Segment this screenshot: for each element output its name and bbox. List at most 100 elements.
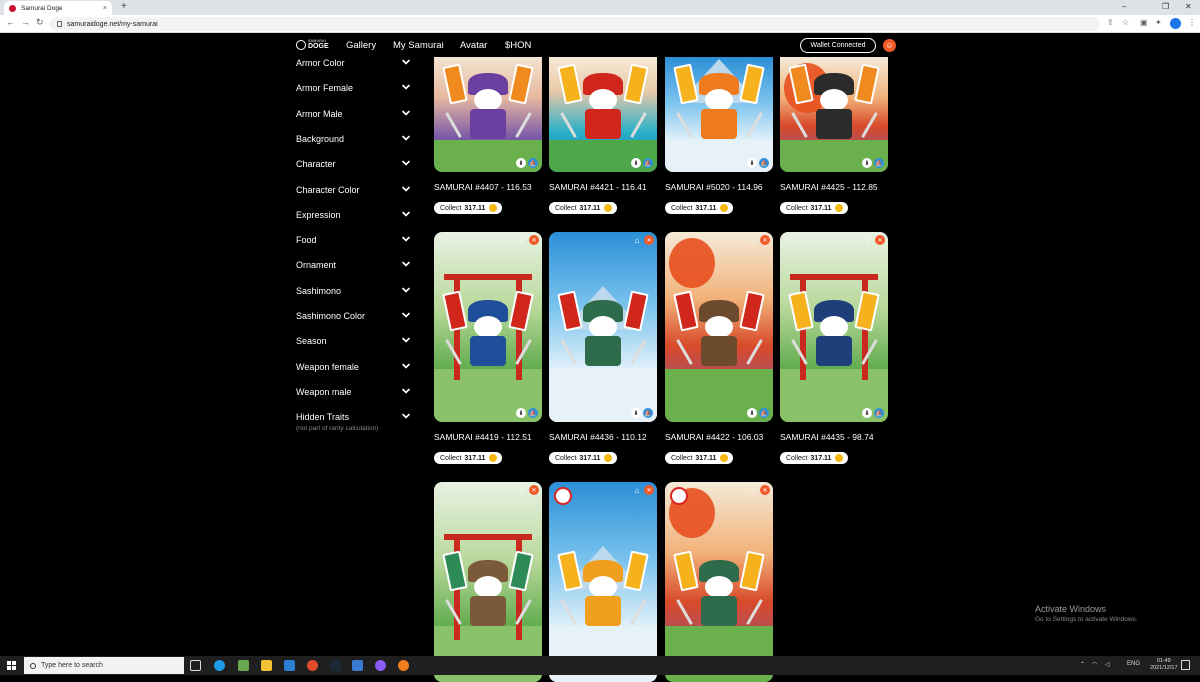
remove-icon[interactable]: ✕ [644,485,654,495]
firefox-icon[interactable] [398,660,409,671]
remove-icon[interactable]: ✕ [644,235,654,245]
remove-icon[interactable]: ✕ [760,485,770,495]
download-icon[interactable]: ⬇ [516,158,526,168]
nav-avatar[interactable]: Avatar [460,40,487,51]
language-indicator[interactable]: ENG [1127,661,1140,667]
download-icon[interactable]: ⬇ [862,408,872,418]
tab-close-icon[interactable]: × [103,5,107,12]
download-icon[interactable]: ⬇ [862,158,872,168]
nav-gallery[interactable]: Gallery [346,40,376,51]
samurai-card[interactable]: ⌂ ✕ [434,482,542,682]
user-account-icon[interactable]: ☺ [883,39,896,52]
collect-button[interactable]: Collect 317.11 [780,452,848,464]
home-icon[interactable]: ⌂ [632,485,642,495]
close-window-button[interactable]: ✕ [1185,2,1192,11]
chrome-icon[interactable] [307,660,318,671]
mail-icon[interactable] [284,660,295,671]
samurai-card[interactable]: ⬇ ⛵ [549,57,657,172]
filter-ornament[interactable]: Ornament [296,258,411,272]
nav-hon[interactable]: $HON [505,40,531,51]
collect-button[interactable]: Collect 317.11 [665,202,733,214]
download-icon[interactable]: ⬇ [747,408,757,418]
app-icon[interactable] [352,660,363,671]
bookmark-star-icon[interactable]: ☆ [1122,18,1129,27]
remove-icon[interactable]: ✕ [529,485,539,495]
back-button[interactable]: ← [6,17,15,27]
home-icon[interactable]: ⌂ [748,485,758,495]
samurai-card[interactable]: ⌂ ✕ [665,482,773,682]
filter-food[interactable]: Food [296,233,411,247]
opensea-icon[interactable]: ⛵ [874,158,884,168]
address-bar[interactable]: samuraidoge.net/my-samurai [50,17,1100,31]
filter-character-color[interactable]: Character Color [296,183,411,197]
filter-background[interactable]: Background [296,132,411,146]
task-view-icon[interactable] [190,660,201,671]
opensea-icon[interactable]: ⛵ [643,158,653,168]
opensea-icon[interactable]: ⛵ [528,408,538,418]
taskbar-clock[interactable]: 01:49 2021/12/17 [1150,658,1178,672]
samurai-card[interactable]: ⬇ ⛵ [665,57,773,172]
home-icon[interactable]: ⌂ [632,235,642,245]
filter-weapon-female[interactable]: Weapon female [296,360,411,374]
samurai-card[interactable]: ⬇ ⛵ [780,57,888,172]
filter-character[interactable]: Character [296,157,411,171]
home-icon[interactable]: ⌂ [517,485,527,495]
samurai-card[interactable]: ⌂ ✕ [549,482,657,682]
remove-icon[interactable]: ✕ [875,235,885,245]
filter-armor-color[interactable]: Armor Color [296,56,411,70]
volume-icon[interactable]: ◁ [1105,661,1110,668]
samurai-card[interactable]: ⌂ ✕ ⬇ ⛵ [780,232,888,422]
samurai-card[interactable]: ⌂ ✕ ⬇ ⛵ [665,232,773,422]
file-explorer-icon[interactable] [261,660,272,671]
extension-icon[interactable]: ▣ [1140,18,1148,27]
minimize-button[interactable]: – [1122,2,1126,11]
reload-button[interactable]: ↻ [36,17,44,28]
tray-chevron-icon[interactable]: ⌃ [1080,661,1085,668]
filter-hidden-traits[interactable]: Hidden Traits [296,410,411,424]
maximize-button[interactable]: ❐ [1162,2,1169,11]
collect-button[interactable]: Collect 317.11 [780,202,848,214]
download-icon[interactable]: ⬇ [747,158,757,168]
remove-icon[interactable]: ✕ [760,235,770,245]
site-logo[interactable]: SAMURAI DOGE [296,39,330,51]
samurai-card[interactable]: ⌂ ✕ ⬇ ⛵ [434,232,542,422]
browser-tab[interactable]: Samurai Doge × [4,1,112,15]
collect-button[interactable]: Collect 317.11 [434,452,502,464]
opensea-icon[interactable]: ⛵ [528,158,538,168]
home-icon[interactable]: ⌂ [517,235,527,245]
filter-armor-female[interactable]: Armor Female [296,81,411,95]
steam-icon[interactable] [330,660,341,671]
store-icon[interactable] [238,660,249,671]
collect-button[interactable]: Collect 317.11 [549,202,617,214]
samurai-card[interactable]: ⬇ ⛵ [434,57,542,172]
notification-icon[interactable] [1181,660,1190,670]
nav-my-samurai[interactable]: My Samurai [393,40,444,51]
new-tab-button[interactable]: + [121,1,127,12]
samurai-card[interactable]: ⌂ ✕ ⬇ ⛵ [549,232,657,422]
filter-season[interactable]: Season [296,334,411,348]
filter-armor-male[interactable]: Armor Male [296,107,411,121]
menu-dots-icon[interactable]: ⋮ [1188,18,1196,27]
profile-avatar[interactable] [1170,18,1181,29]
windows-start-icon[interactable] [7,661,16,670]
opensea-icon[interactable]: ⛵ [759,408,769,418]
network-icon[interactable]: ◠ [1092,661,1097,668]
opensea-icon[interactable]: ⛵ [759,158,769,168]
opensea-icon[interactable]: ⛵ [874,408,884,418]
discord-icon[interactable] [375,660,386,671]
home-icon[interactable]: ⌂ [863,235,873,245]
wallet-connected-button[interactable]: Wallet Connected [800,38,876,53]
taskbar-search-input[interactable]: Type here to search [24,657,184,674]
download-icon[interactable]: ⬇ [631,158,641,168]
home-icon[interactable]: ⌂ [748,235,758,245]
share-icon[interactable]: ⇪ [1107,18,1114,27]
download-icon[interactable]: ⬇ [631,408,641,418]
forward-button[interactable]: → [21,17,30,27]
filter-weapon-male[interactable]: Weapon male [296,385,411,399]
collect-button[interactable]: Collect 317.11 [549,452,617,464]
download-icon[interactable]: ⬇ [516,408,526,418]
collect-button[interactable]: Collect 317.11 [434,202,502,214]
filter-sashimono-color[interactable]: Sashimono Color [296,309,411,323]
edge-browser-icon[interactable] [214,660,225,671]
filter-expression[interactable]: Expression [296,208,411,222]
